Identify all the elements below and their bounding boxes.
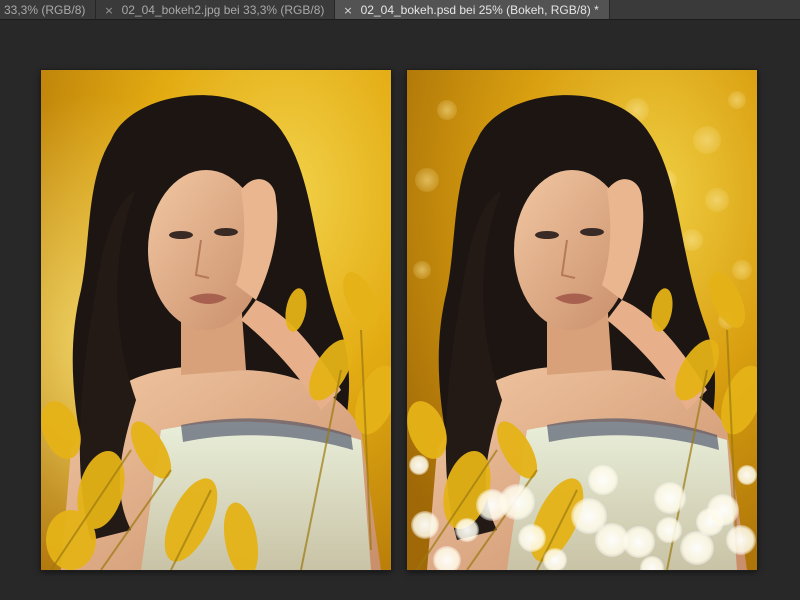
tab-bokeh2-jpg[interactable]: × 02_04_bokeh2.jpg bei 33,3% (RGB/8) <box>96 0 336 19</box>
original-photo[interactable] <box>41 70 391 570</box>
close-icon[interactable]: × <box>343 4 352 17</box>
tab-label: 02_04_bokeh.psd bei 25% (Bokeh, RGB/8) * <box>360 3 599 17</box>
close-icon[interactable]: × <box>104 4 113 17</box>
tab-document-1[interactable]: 33,3% (RGB/8) <box>0 0 97 19</box>
portrait-image <box>41 70 391 570</box>
tab-label: 02_04_bokeh2.jpg bei 33,3% (RGB/8) <box>121 3 325 17</box>
document-canvas[interactable] <box>0 20 800 600</box>
tab-bokeh-psd[interactable]: × 02_04_bokeh.psd bei 25% (Bokeh, RGB/8)… <box>335 0 610 19</box>
document-tab-bar: 33,3% (RGB/8) × 02_04_bokeh2.jpg bei 33,… <box>0 0 800 20</box>
tab-label: 33,3% (RGB/8) <box>4 3 86 17</box>
bokeh-photo[interactable] <box>407 70 757 570</box>
portrait-image-bokeh <box>407 70 757 570</box>
